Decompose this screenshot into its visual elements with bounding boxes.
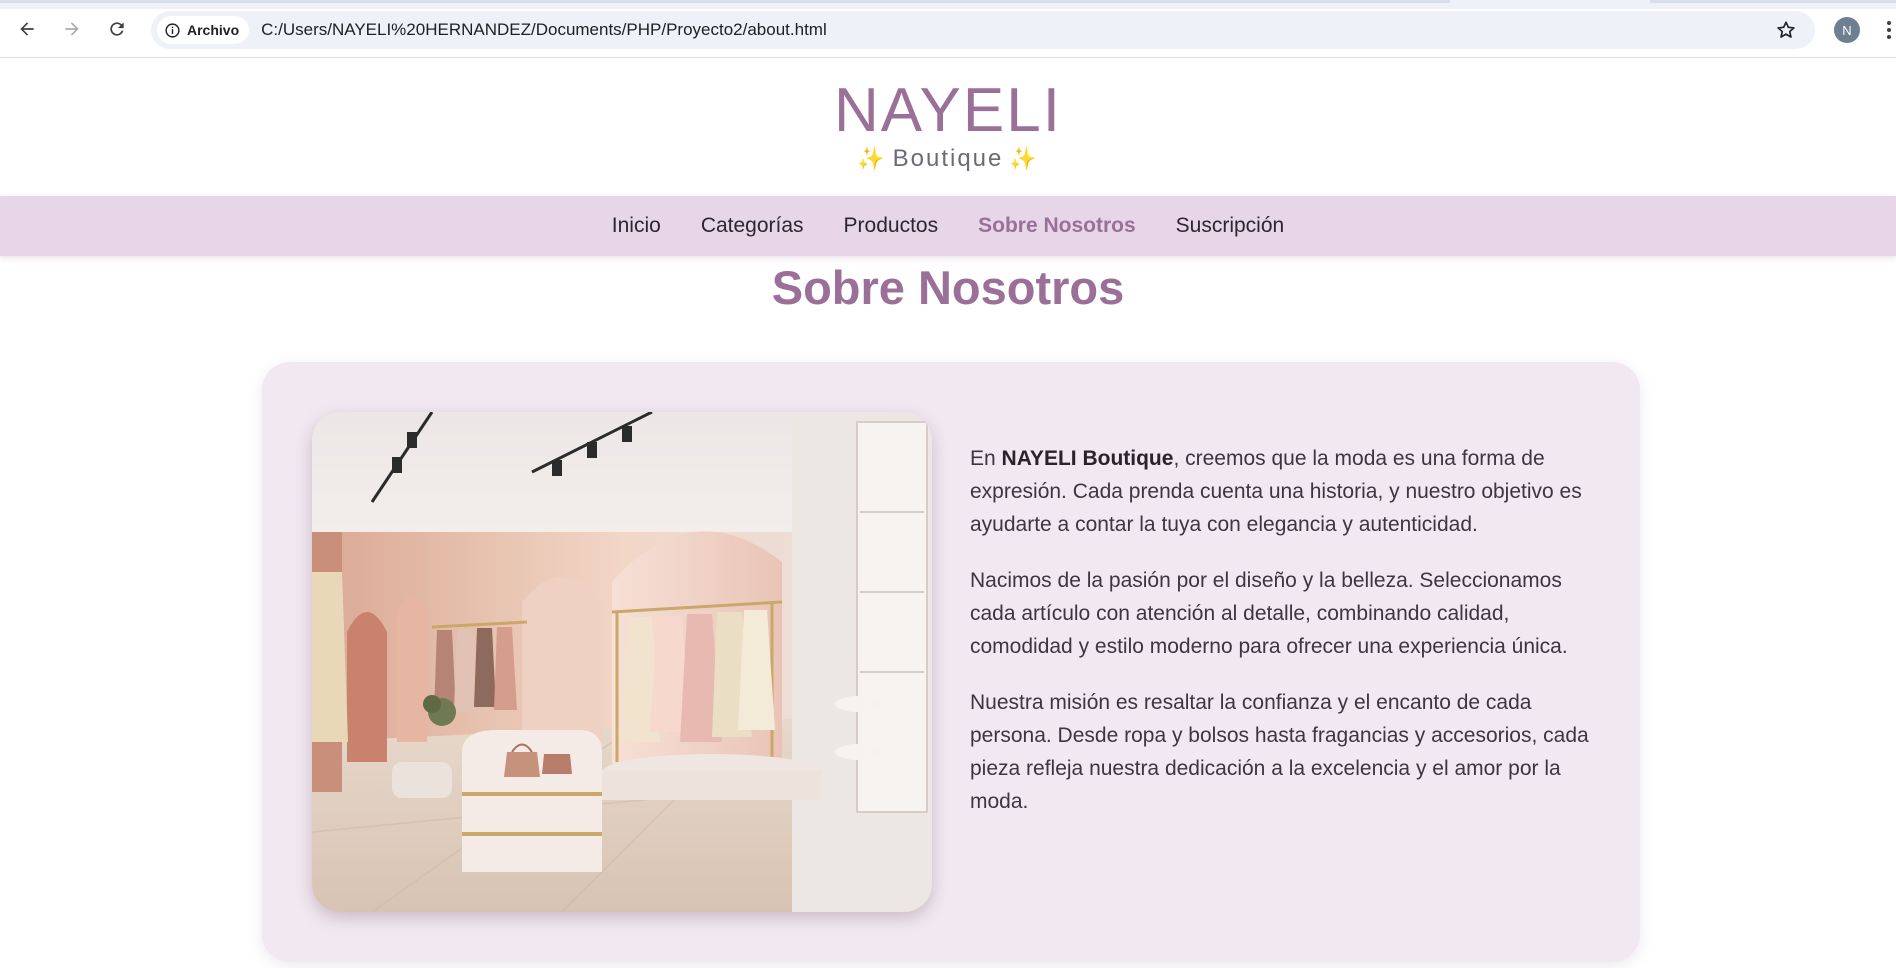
info-icon <box>163 21 181 39</box>
nav-item-productos[interactable]: Productos <box>844 214 939 238</box>
about-paragraph-3: Nuestra misión es resaltar la confianza … <box>970 691 1589 813</box>
nav-item-sobre-nosotros[interactable]: Sobre Nosotros <box>978 214 1136 238</box>
nav-item-suscripcion[interactable]: Suscripción <box>1176 214 1285 238</box>
brand-name-bold: NAYELI Boutique <box>1001 447 1174 470</box>
profile-avatar[interactable]: N <box>1834 17 1860 43</box>
site-info-chip[interactable]: Archivo <box>157 16 250 44</box>
boutique-interior-image <box>312 412 932 912</box>
about-text: En NAYELI Boutique, creemos que la moda … <box>970 442 1600 841</box>
forward-button[interactable] <box>57 14 87 44</box>
address-bar[interactable]: Archivo C:/Users/NAYELI%20HERNANDEZ/Docu… <box>151 11 1815 49</box>
url-text[interactable]: C:/Users/NAYELI%20HERNANDEZ/Documents/PH… <box>261 20 1771 40</box>
page-title: Sobre Nosotros <box>771 261 1125 314</box>
main-nav: Inicio Categorías Productos Sobre Nosotr… <box>0 196 1896 256</box>
star-icon[interactable] <box>1771 15 1801 45</box>
about-card: En NAYELI Boutique, creemos que la moda … <box>262 362 1640 962</box>
site-header: NAYELI ✨ Boutique ✨ <box>0 58 1896 196</box>
sparkle-icon: ✨ <box>857 146 887 171</box>
brand-tagline: ✨ Boutique ✨ <box>0 144 1896 174</box>
site-chip-label: Archivo <box>187 22 240 38</box>
back-button[interactable] <box>12 14 42 44</box>
tagline-text: Boutique <box>892 145 1004 172</box>
about-paragraph-1: En NAYELI Boutique, creemos que la moda … <box>970 447 1582 536</box>
forward-arrow-icon <box>65 22 79 36</box>
sparkle-icon: ✨ <box>1009 146 1039 171</box>
reload-icon <box>110 22 124 36</box>
loading-strip <box>0 0 1896 9</box>
nav-item-inicio[interactable]: Inicio <box>612 214 661 238</box>
browser-toolbar: Archivo C:/Users/NAYELI%20HERNANDEZ/Docu… <box>0 0 1896 58</box>
about-paragraph-2: Nacimos de la pasión por el diseño y la … <box>970 569 1568 658</box>
nav-item-categorias[interactable]: Categorías <box>701 214 804 238</box>
kebab-menu-icon[interactable] <box>1882 16 1896 44</box>
reload-button[interactable] <box>102 14 132 44</box>
brand-logo[interactable]: NAYELI <box>0 76 1896 146</box>
back-arrow-icon <box>20 22 34 36</box>
